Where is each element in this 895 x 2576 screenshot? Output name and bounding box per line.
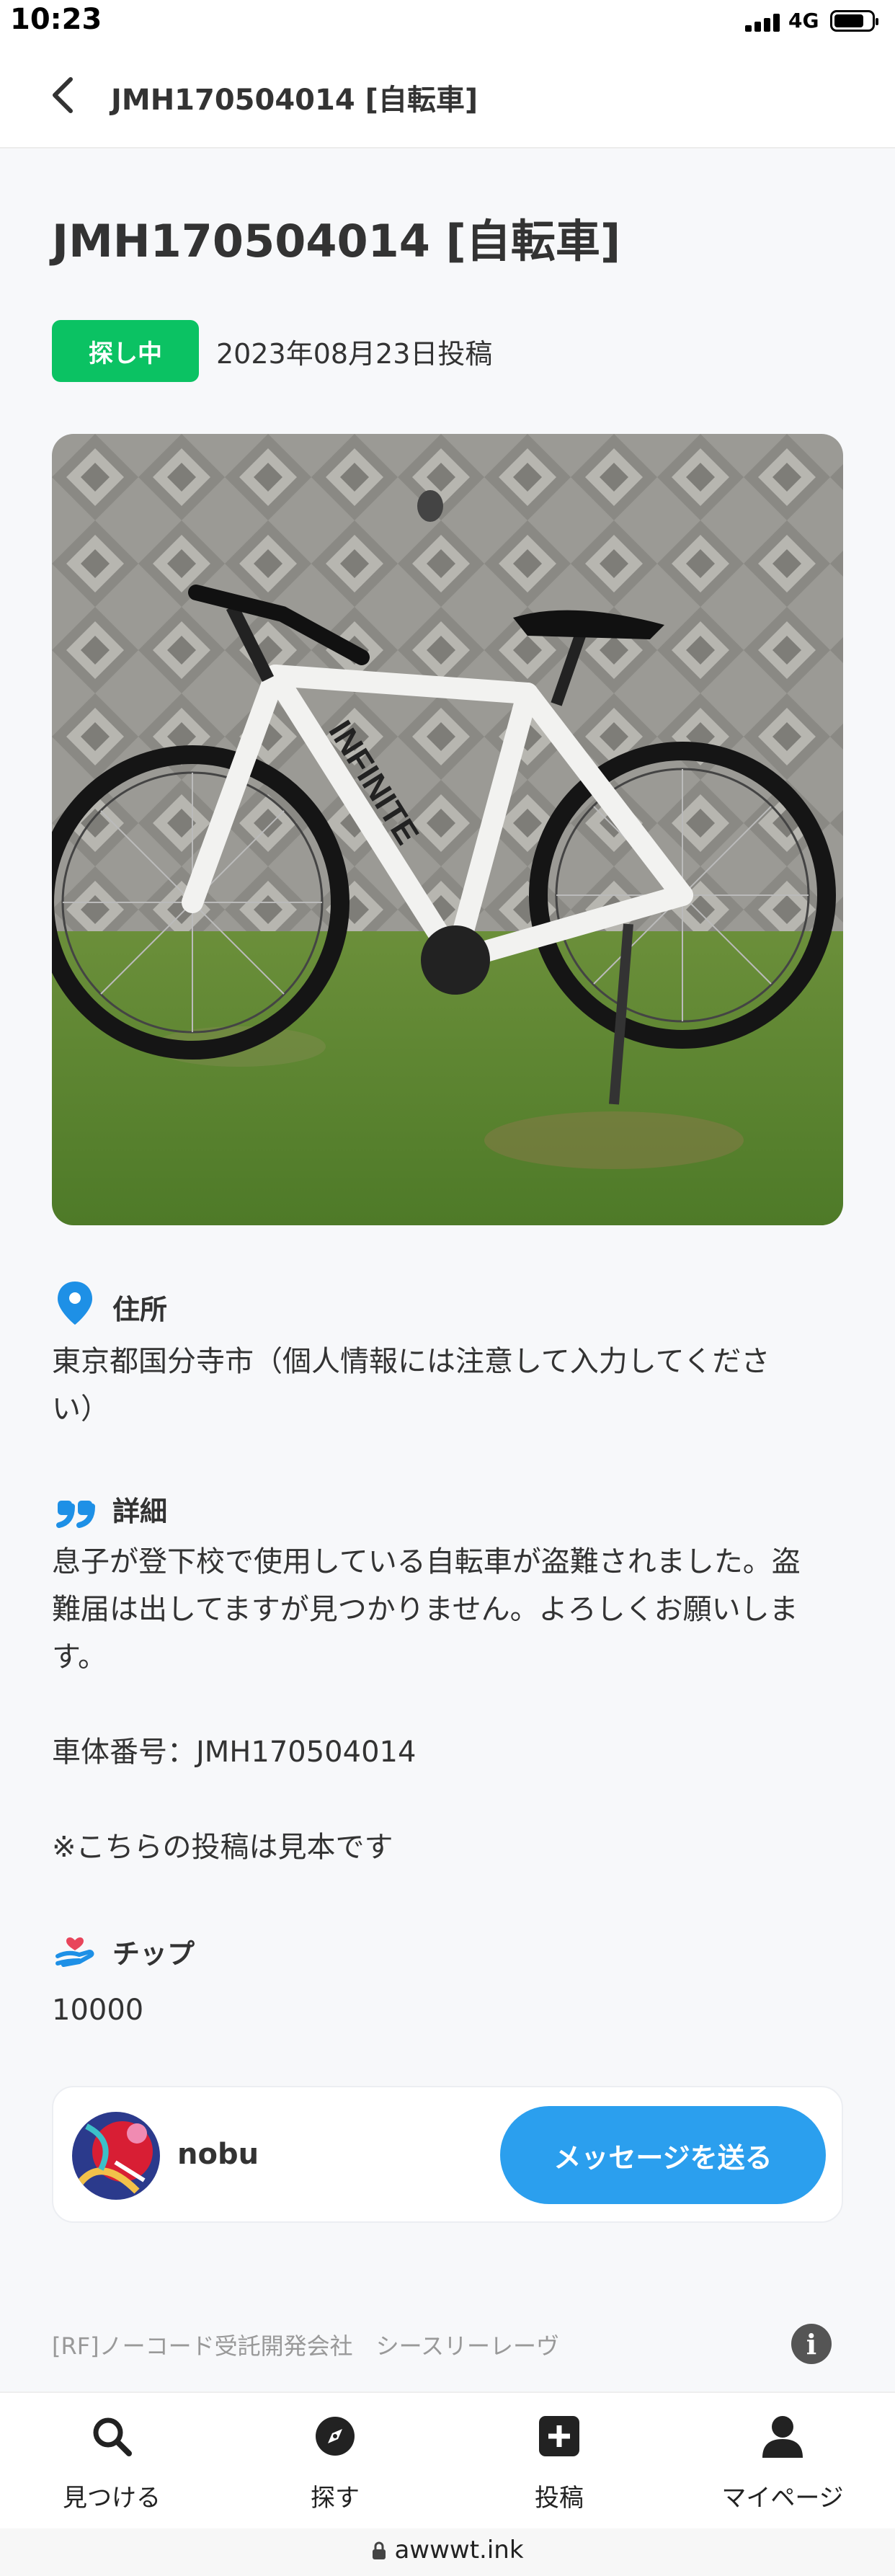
location-pin-icon	[55, 1280, 95, 1326]
network-label: 4G	[788, 9, 819, 32]
tip-hand-heart-icon	[55, 1929, 95, 1975]
user-name[interactable]: nobu	[177, 2138, 259, 2171]
posted-date: 2023年08月23日投稿	[216, 338, 493, 370]
battery-icon	[830, 10, 878, 32]
plus-square-icon	[538, 2415, 581, 2458]
signal-icon	[745, 13, 781, 32]
browser-url: awwwt.ink	[394, 2536, 524, 2564]
lock-icon	[373, 2541, 386, 2559]
page-title: JMH170504014 [自転車]	[52, 215, 621, 267]
tab-find-label: 見つける	[63, 2484, 161, 2513]
search-icon	[90, 2415, 133, 2458]
tab-mypage[interactable]: マイページ	[671, 2393, 894, 2530]
footer-credit: [RF]ノーコード受託開発会社 シースリーレーヴ	[52, 2332, 560, 2360]
compass-icon	[313, 2415, 357, 2458]
back-button[interactable]	[48, 74, 91, 117]
user-card: nobu メッセージを送る	[52, 2086, 843, 2223]
tab-search[interactable]: 探す	[223, 2393, 447, 2530]
avatar[interactable]	[72, 2112, 160, 2200]
info-icon[interactable]: i	[791, 2324, 832, 2364]
tab-search-label: 探す	[311, 2484, 360, 2513]
status-bar: 10:23 4G	[0, 0, 895, 45]
status-time: 10:23	[10, 3, 102, 36]
nav-header: JMH170504014 [自転車]	[0, 45, 895, 148]
bottom-tab-bar: 見つける 探す 投稿 マイページ	[0, 2391, 895, 2528]
details-label: 詳細	[112, 1496, 168, 1527]
tab-mypage-label: マイページ	[721, 2484, 844, 2513]
address-text: 東京都国分寺市（個人情報には注意して入力してくださ い）	[52, 1345, 770, 1426]
browser-url-bar[interactable]: awwwt.ink	[0, 2528, 895, 2576]
tab-find[interactable]: 見つける	[0, 2393, 223, 2530]
tab-post-label: 投稿	[535, 2484, 584, 2513]
address-label: 住所	[112, 1294, 168, 1325]
tip-amount: 10000	[52, 1994, 144, 2027]
send-message-button[interactable]: メッセージを送る	[500, 2106, 826, 2204]
details-text: 息子が登下校で使用している自転車が盗難されました。盗 難届は出してますが見つかり…	[52, 1545, 801, 1864]
person-icon	[761, 2415, 804, 2458]
tip-label: チップ	[112, 1938, 195, 1970]
tab-post[interactable]: 投稿	[448, 2393, 671, 2530]
status-badge: 探し中	[52, 320, 199, 382]
chevron-left-icon	[53, 77, 73, 113]
quote-icon	[55, 1488, 95, 1534]
header-title: JMH170504014 [自転車]	[111, 84, 478, 117]
bike-photo: INFINITE	[52, 434, 843, 1225]
